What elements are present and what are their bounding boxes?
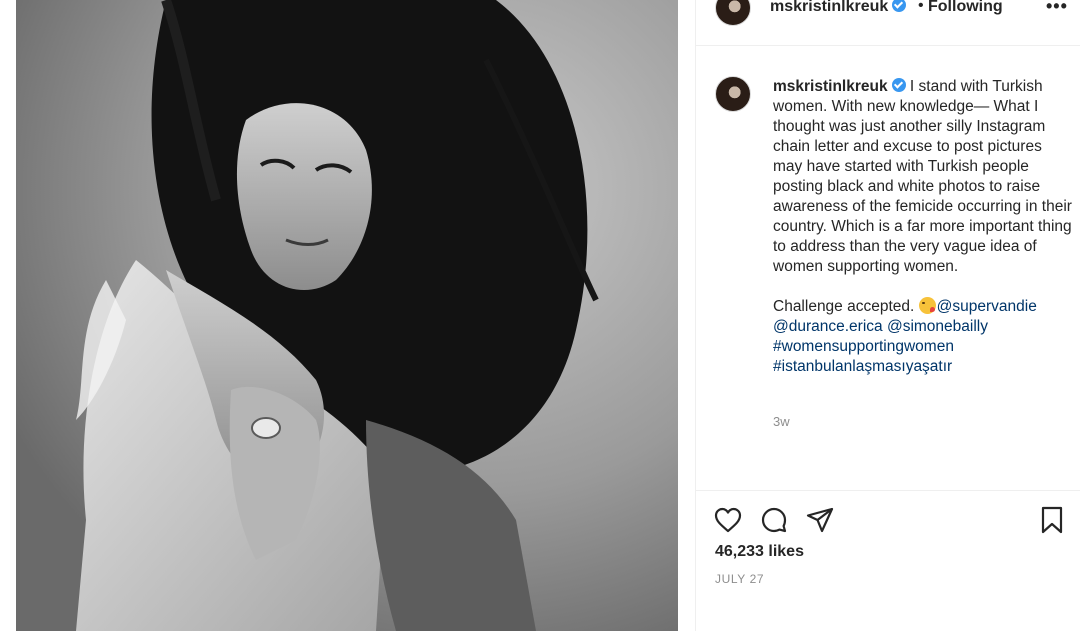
post-header: mskristinlkreuk • Following ••• — [696, 0, 1080, 46]
hashtag-link[interactable]: #womensupportingwomen — [773, 338, 954, 355]
comment-button[interactable] — [759, 505, 789, 535]
like-count[interactable]: 46,233 likes — [715, 543, 804, 561]
like-button[interactable] — [713, 505, 743, 535]
post-date[interactable]: JULY 27 — [715, 572, 764, 586]
hashtag-link[interactable]: #istanbulanlaşmasıyaşatır — [773, 358, 952, 375]
caption-challenge-text: Challenge accepted. — [773, 298, 915, 315]
following-button[interactable]: Following — [928, 0, 1003, 16]
caption-text: I stand with Turkish women. With new kno… — [773, 78, 1072, 275]
separator-dot: • — [918, 0, 924, 14]
comment-bubble-icon — [761, 507, 787, 533]
post-photo[interactable] — [16, 0, 678, 631]
avatar[interactable] — [715, 0, 751, 26]
post-caption: mskristinlkreuk I stand with Turkish wom… — [773, 77, 1073, 377]
caption-age[interactable]: 3w — [773, 414, 790, 429]
paper-plane-icon — [806, 507, 834, 533]
post-side-panel: mskristinlkreuk • Following ••• mskristi… — [695, 0, 1080, 631]
caption-username-text[interactable]: mskristinlkreuk — [773, 78, 888, 95]
caption-username[interactable]: mskristinlkreuk — [773, 78, 906, 95]
verified-badge-icon — [892, 0, 907, 12]
mention-link[interactable]: @supervandie — [937, 298, 1037, 315]
username-text[interactable]: mskristinlkreuk — [770, 0, 888, 15]
kissing-face-emoji-icon — [918, 297, 936, 314]
caption-avatar[interactable] — [715, 76, 751, 112]
verified-badge-icon — [891, 78, 906, 92]
more-options-icon[interactable]: ••• — [1046, 0, 1068, 17]
save-button[interactable] — [1037, 505, 1067, 535]
header-username[interactable]: mskristinlkreuk — [770, 0, 907, 16]
bookmark-icon — [1041, 506, 1063, 534]
panel-gutter — [678, 0, 695, 631]
mention-link[interactable]: @simonebailly — [887, 318, 988, 335]
actions-divider — [696, 490, 1080, 491]
mention-link[interactable]: @durance.erica — [773, 318, 883, 335]
share-button[interactable] — [805, 505, 835, 535]
caption-gap — [773, 277, 1073, 297]
heart-icon — [714, 507, 742, 533]
